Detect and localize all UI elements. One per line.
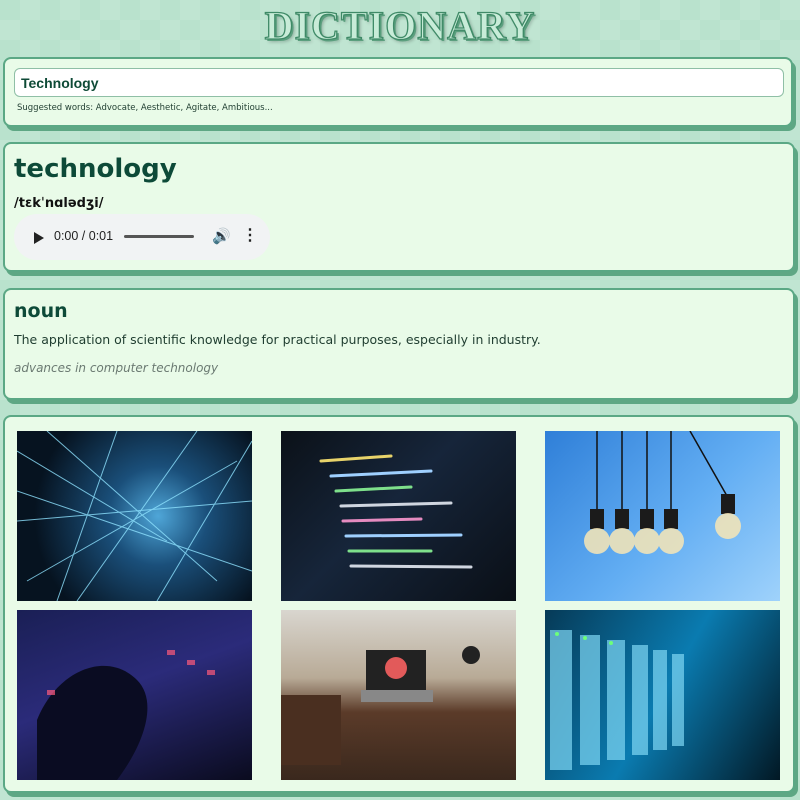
desk-laptop-image [281, 610, 516, 780]
app-title: DICTIONARY [264, 2, 536, 48]
code-screen-image [281, 431, 516, 601]
word-heading: technology [14, 154, 177, 184]
example-text: advances in computer technology [14, 361, 219, 375]
play-icon[interactable] [34, 232, 44, 244]
audio-player[interactable]: 0:00 / 0:01 🔊 ⋮ [14, 214, 270, 260]
keyboard-hand-image [17, 610, 252, 780]
server-rack-image [545, 610, 780, 780]
part-of-speech: noun [14, 300, 68, 322]
search-input[interactable] [14, 68, 784, 97]
suggested-words: Suggested words: Advocate, Aesthetic, Ag… [17, 103, 273, 113]
search-panel: Suggested words: Advocate, Aesthetic, Ag… [3, 57, 793, 127]
audio-time: 0:00 / 0:01 [54, 229, 114, 243]
volume-icon[interactable]: 🔊 [212, 227, 231, 245]
network-lines-image [17, 431, 252, 601]
definition-panel: noun The application of scientific knowl… [3, 288, 795, 400]
definition-text: The application of scientific knowledge … [14, 332, 541, 347]
more-options-icon[interactable]: ⋮ [242, 225, 258, 245]
image-gallery [3, 415, 795, 793]
word-panel: technology /tɛkˈnɑlədʒi/ 0:00 / 0:01 🔊 ⋮ [3, 142, 795, 272]
light-bulbs-image [545, 431, 780, 601]
audio-progress-slider[interactable] [124, 235, 194, 238]
phonetic-text: /tɛkˈnɑlədʒi/ [14, 196, 104, 211]
